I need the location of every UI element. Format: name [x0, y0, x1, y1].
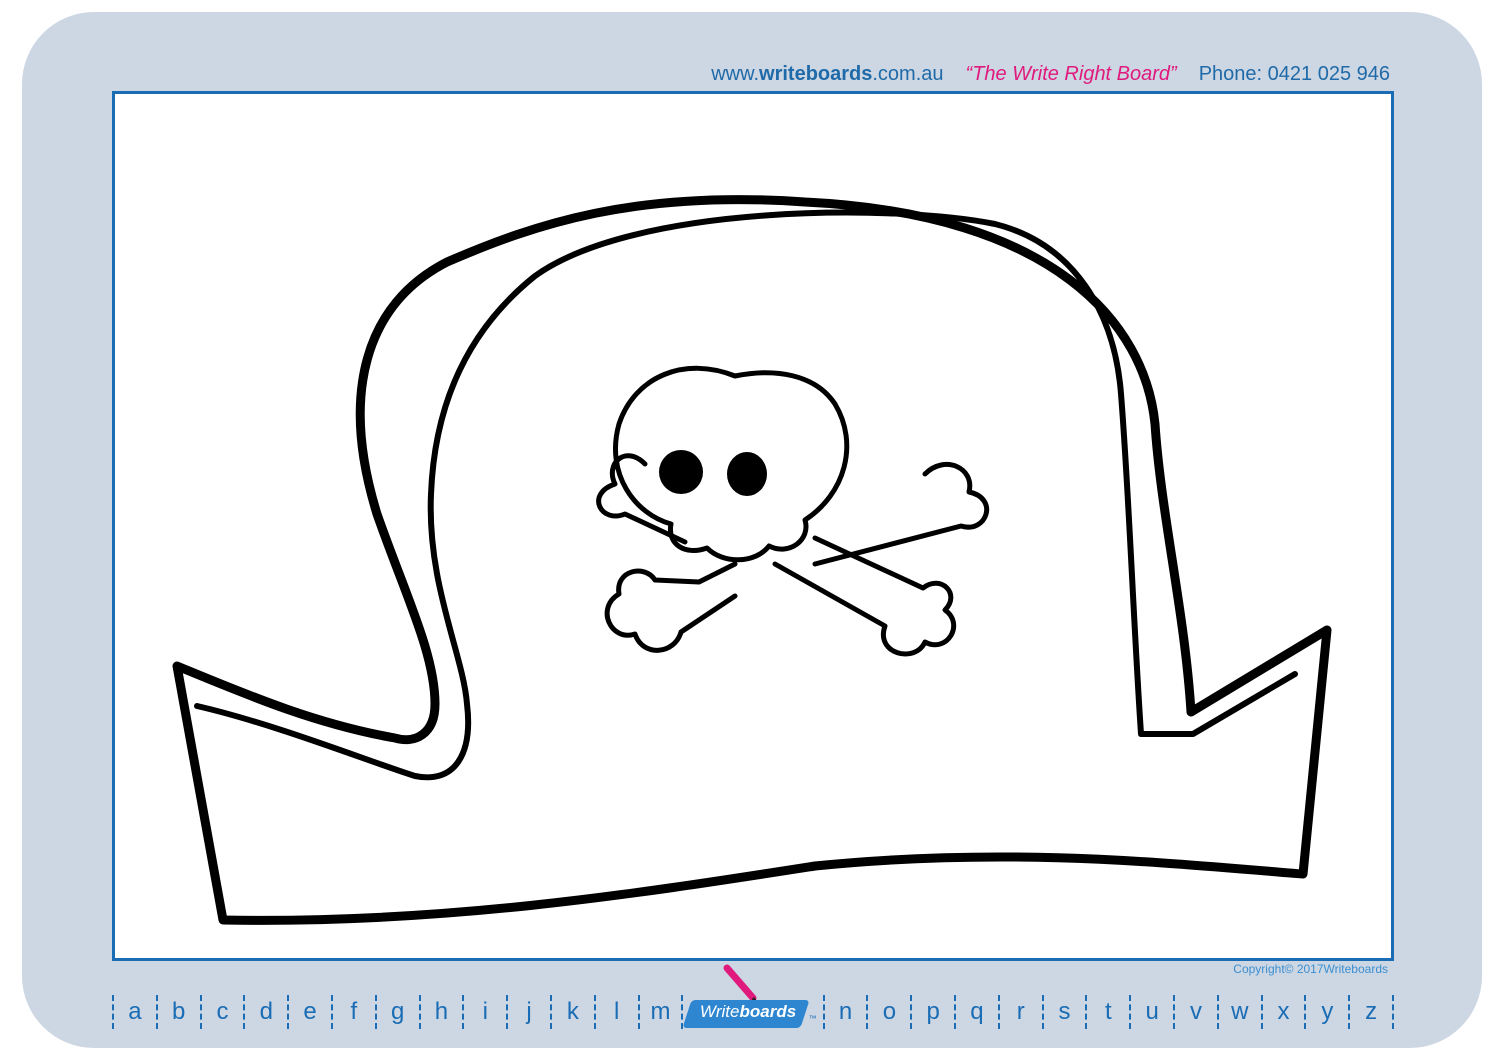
letter-divider	[1392, 995, 1395, 1029]
letter-d: d	[259, 998, 273, 1025]
header-bar: www.writeboards.com.au “The Write Right …	[114, 60, 1390, 88]
letter-p: p	[926, 998, 940, 1025]
letter-s: s	[1058, 998, 1071, 1025]
letter-n: n	[838, 998, 853, 1025]
letter-j: j	[526, 998, 532, 1025]
copyright-text: Copyright© 2017Writeboards	[1233, 962, 1388, 976]
letter-e: e	[303, 998, 317, 1025]
letter-f: f	[350, 998, 358, 1025]
skull-left-eye	[659, 450, 703, 494]
letter-h: h	[434, 998, 449, 1025]
writeboards-logo: Writeboards ™	[682, 964, 822, 1034]
drawing-canvas	[112, 91, 1394, 961]
website-link[interactable]: www.writeboards.com.au	[711, 63, 943, 86]
letter-k: k	[566, 998, 579, 1025]
letter-i: i	[482, 998, 488, 1025]
logo-text-bold: boards	[739, 1002, 797, 1021]
letter-t: t	[1105, 998, 1112, 1025]
letter-y: y	[1321, 998, 1334, 1025]
logo-text-pre: Write	[699, 1002, 740, 1021]
pirate-hat-drawing	[172, 195, 1332, 925]
letter-l: l	[613, 998, 620, 1025]
logo-trademark: ™	[808, 1014, 817, 1023]
letter-o: o	[882, 998, 897, 1025]
letter-q: q	[970, 998, 984, 1025]
site-bold: writeboards	[759, 62, 873, 85]
letter-r: r	[1016, 998, 1025, 1025]
letter-w: w	[1231, 998, 1249, 1025]
letter-c: c	[216, 998, 229, 1025]
phone-number: Phone: 0421 025 946	[1198, 62, 1390, 85]
letter-x: x	[1277, 998, 1290, 1025]
letter-v: v	[1189, 998, 1202, 1025]
site-suffix: .com.au	[872, 62, 944, 85]
crossbone-2	[604, 462, 990, 653]
letter-g: g	[391, 998, 405, 1025]
slogan: “The Write Right Board”	[965, 62, 1177, 85]
site-prefix: www.	[711, 62, 760, 85]
crossbone-1	[596, 453, 957, 657]
logo-text: Writeboards	[700, 1002, 796, 1022]
letter-b: b	[172, 998, 186, 1025]
letter-u: u	[1145, 998, 1159, 1025]
letter-m: m	[650, 998, 671, 1025]
alphabet-strip: a b c d e f g h i j k l m Writeboards ™ …	[112, 964, 1395, 1034]
letter-a: a	[128, 998, 142, 1025]
letter-z: z	[1365, 998, 1378, 1025]
skull-right-eye	[727, 452, 767, 496]
